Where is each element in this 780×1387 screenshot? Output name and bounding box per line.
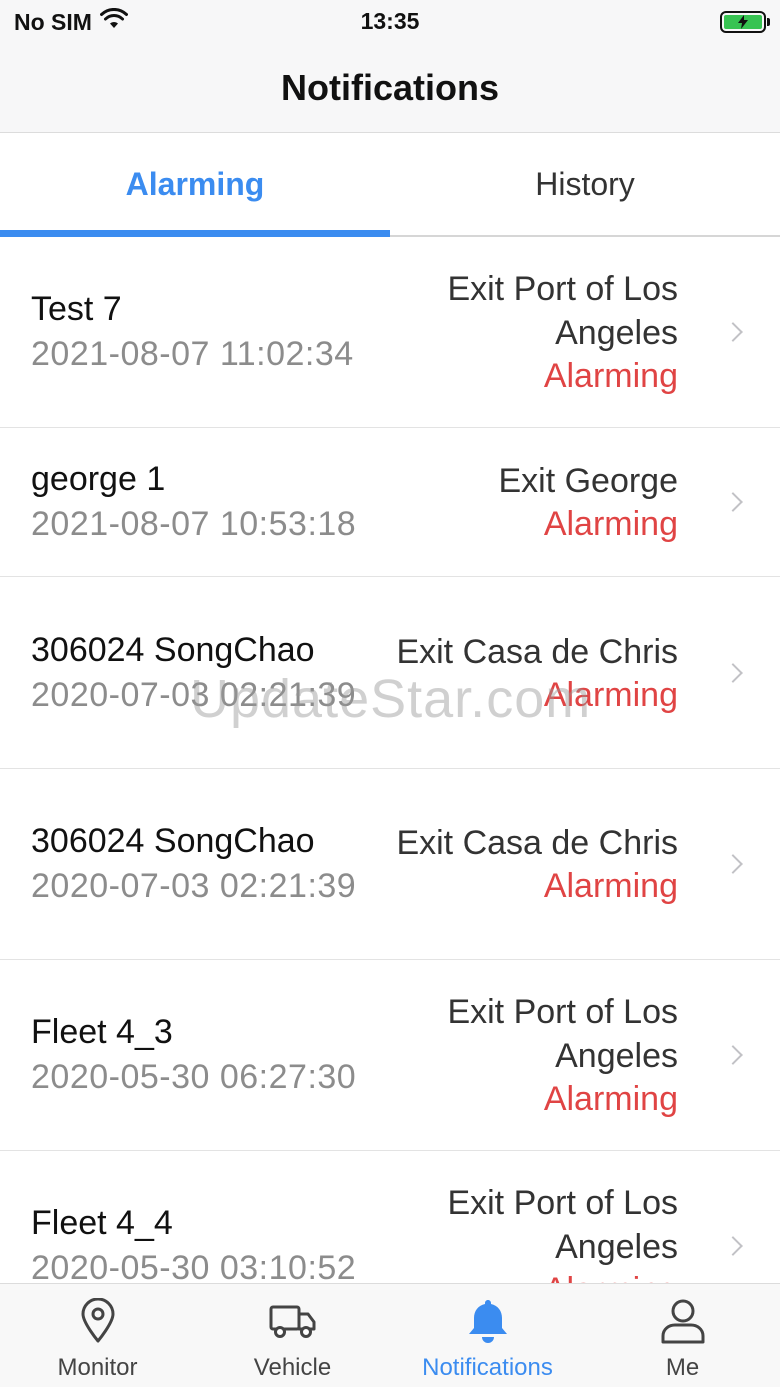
- tabbar-item-me[interactable]: Me: [585, 1284, 780, 1387]
- fence-event: Exit George: [498, 462, 678, 500]
- tabbar-item-vehicle[interactable]: Vehicle: [195, 1284, 390, 1387]
- tabbar-item-monitor[interactable]: Monitor: [0, 1284, 195, 1387]
- list-item-detail: Exit Casa de Chris Alarming: [396, 821, 678, 907]
- page-title: Notifications: [280, 67, 499, 108]
- list-item[interactable]: george 1 2021-08-07 10:53:18 Exit George…: [0, 428, 780, 577]
- fence-event: Exit Casa de Chris: [396, 824, 678, 862]
- list-item-detail: Exit Port of Los Angeles Alarming: [388, 267, 678, 397]
- alarm-status: Alarming: [544, 1269, 678, 1283]
- alarm-status: Alarming: [543, 357, 678, 395]
- alarm-status: Alarming: [543, 505, 678, 543]
- tabbar-label: Vehicle: [253, 1354, 332, 1381]
- alarm-status: Alarming: [543, 675, 678, 714]
- alarm-status: Alarming: [543, 867, 678, 905]
- map-pin-icon: [74, 1296, 122, 1346]
- fence-event: Exit Port of Los Angeles: [447, 1184, 678, 1266]
- tabbar-item-notifications[interactable]: Notifications: [390, 1284, 585, 1387]
- tab-alarming[interactable]: Alarming: [0, 133, 390, 237]
- bottom-tab-bar: Monitor Vehicle Notifications Me: [0, 1283, 780, 1387]
- list-item-detail: Exit Port of Los Angeles Alarming: [388, 1181, 678, 1283]
- tab-history-label: History: [535, 165, 635, 202]
- list-item[interactable]: Test 7 2021-08-07 11:02:34 Exit Port of …: [0, 237, 780, 428]
- list-item[interactable]: 306024 SongChao 2020-07-03 02:21:39 Exit…: [0, 577, 780, 769]
- battery-icon: [720, 11, 770, 33]
- list-item[interactable]: 306024 SongChao 2020-07-03 02:21:39 Exit…: [0, 769, 780, 960]
- list-item[interactable]: Fleet 4_3 2020-05-30 06:27:30 Exit Port …: [0, 960, 780, 1151]
- status-left: No SIM: [14, 7, 264, 36]
- list-item-detail: Exit George Alarming: [498, 459, 678, 545]
- fence-event: Exit Port of Los Angeles: [447, 993, 678, 1075]
- notification-list[interactable]: Test 7 2021-08-07 11:02:34 Exit Port of …: [0, 237, 780, 1283]
- list-item-detail: Exit Casa de Chris Alarming: [396, 630, 678, 716]
- alarm-status: Alarming: [543, 1080, 678, 1118]
- active-tab-indicator: [0, 230, 390, 237]
- user-icon: [659, 1296, 707, 1346]
- status-bar: No SIM 13:35: [0, 0, 780, 44]
- tabbar-label: Me: [665, 1354, 700, 1381]
- fence-event: Exit Casa de Chris: [396, 632, 678, 671]
- truck-icon: [269, 1296, 317, 1346]
- list-item-detail: Exit Port of Los Angeles Alarming: [388, 990, 678, 1120]
- bell-icon: [464, 1296, 512, 1346]
- battery-charging-fill: [724, 15, 762, 29]
- carrier-label: No SIM: [14, 8, 92, 35]
- tab-history[interactable]: History: [390, 133, 780, 235]
- fence-event: Exit Port of Los Angeles: [447, 270, 678, 352]
- tabbar-label: Monitor: [57, 1354, 138, 1381]
- list-item[interactable]: Fleet 4_4 2020-05-30 03:10:52 Exit Port …: [0, 1151, 780, 1283]
- nav-header: Notifications: [0, 44, 780, 133]
- notification-tabs: Alarming History: [0, 133, 780, 237]
- tabbar-label: Notifications: [422, 1354, 553, 1381]
- tab-alarming-label: Alarming: [125, 165, 265, 202]
- wifi-icon: [99, 7, 128, 36]
